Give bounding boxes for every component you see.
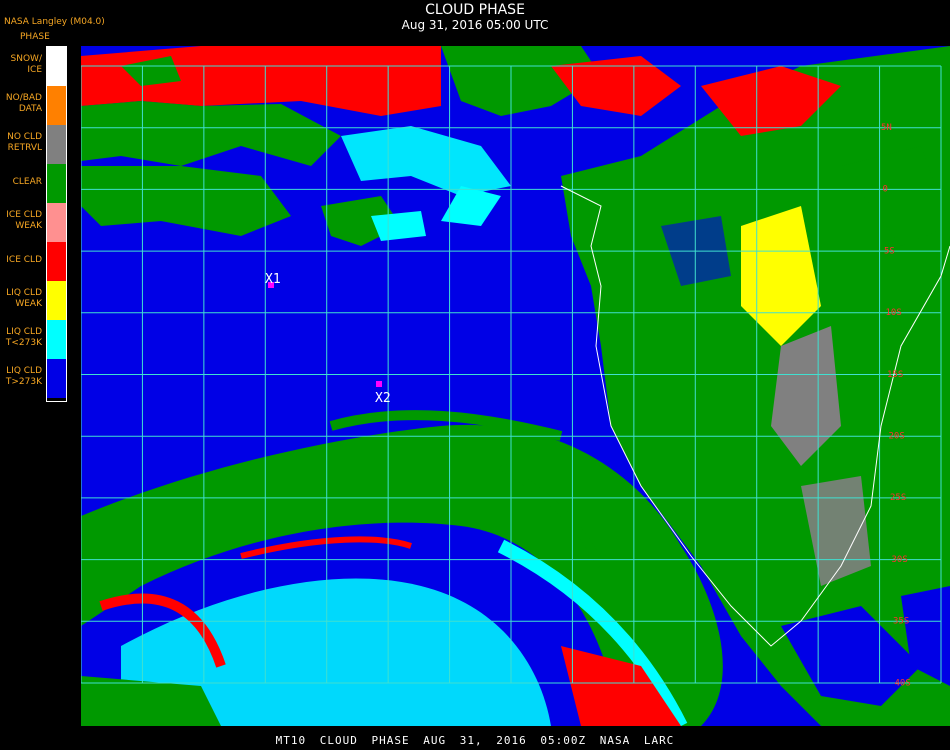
legend-swatch <box>47 47 66 86</box>
lat-label: 0 <box>883 185 888 195</box>
legend-colorbar <box>46 46 67 402</box>
marker-x1-label: X1 <box>265 272 281 287</box>
map-date: Aug 31, 2016 05:00 UTC <box>401 18 549 32</box>
legend-heading: PHASE <box>20 32 50 42</box>
southern-swirl <box>81 410 723 726</box>
marker-x2-point <box>376 381 382 387</box>
map-title: CLOUD PHASE <box>425 2 525 18</box>
legend-swatch <box>47 359 66 398</box>
legend-swatch <box>47 281 66 320</box>
lat-label: 30S <box>892 555 908 565</box>
lat-label: 20S <box>889 432 905 442</box>
lat-label: 5N <box>881 123 892 133</box>
legend-swatch <box>47 86 66 125</box>
markers: X1 X2 <box>265 272 391 406</box>
legend-label: NO/BAD DATA <box>5 93 42 114</box>
legend-label: LIQ CLD T<273K <box>5 327 42 348</box>
legend-label: LIQ CLD T>273K <box>5 366 42 387</box>
lat-label: 35S <box>893 617 909 627</box>
legend-label: ICE CLD <box>6 254 42 265</box>
map-canvas: 5N 0 5S 10S 15S 20S 25S 30S 35S 40S X1 X2 <box>81 46 950 726</box>
legend-label: SNOW/ ICE <box>10 54 42 75</box>
lat-label: 5S <box>884 246 895 256</box>
lat-label: 10S <box>886 308 902 318</box>
cloud-phase-map: 5N 0 5S 10S 15S 20S 25S 30S 35S 40S X1 X2 <box>81 46 950 726</box>
legend-swatch <box>47 203 66 242</box>
legend-swatch <box>47 320 66 359</box>
org-label: NASA Langley (M04.0) <box>4 17 105 27</box>
legend-swatch <box>47 164 66 203</box>
lat-label: 25S <box>890 493 906 503</box>
legend-label: ICE CLD WEAK <box>6 210 42 231</box>
marker-x2-label: X2 <box>375 391 391 406</box>
legend-label: CLEAR <box>12 176 42 187</box>
lat-label: 15S <box>887 370 903 380</box>
legend-swatch <box>47 242 66 281</box>
legend-label: NO CLD RETRVL <box>7 132 42 153</box>
footer: MT10 CLOUD PHASE AUG 31, 2016 05:00Z NAS… <box>275 734 675 747</box>
lat-label: 40S <box>895 678 911 688</box>
legend-swatch <box>47 125 66 164</box>
legend-label: LIQ CLD WEAK <box>6 288 42 309</box>
